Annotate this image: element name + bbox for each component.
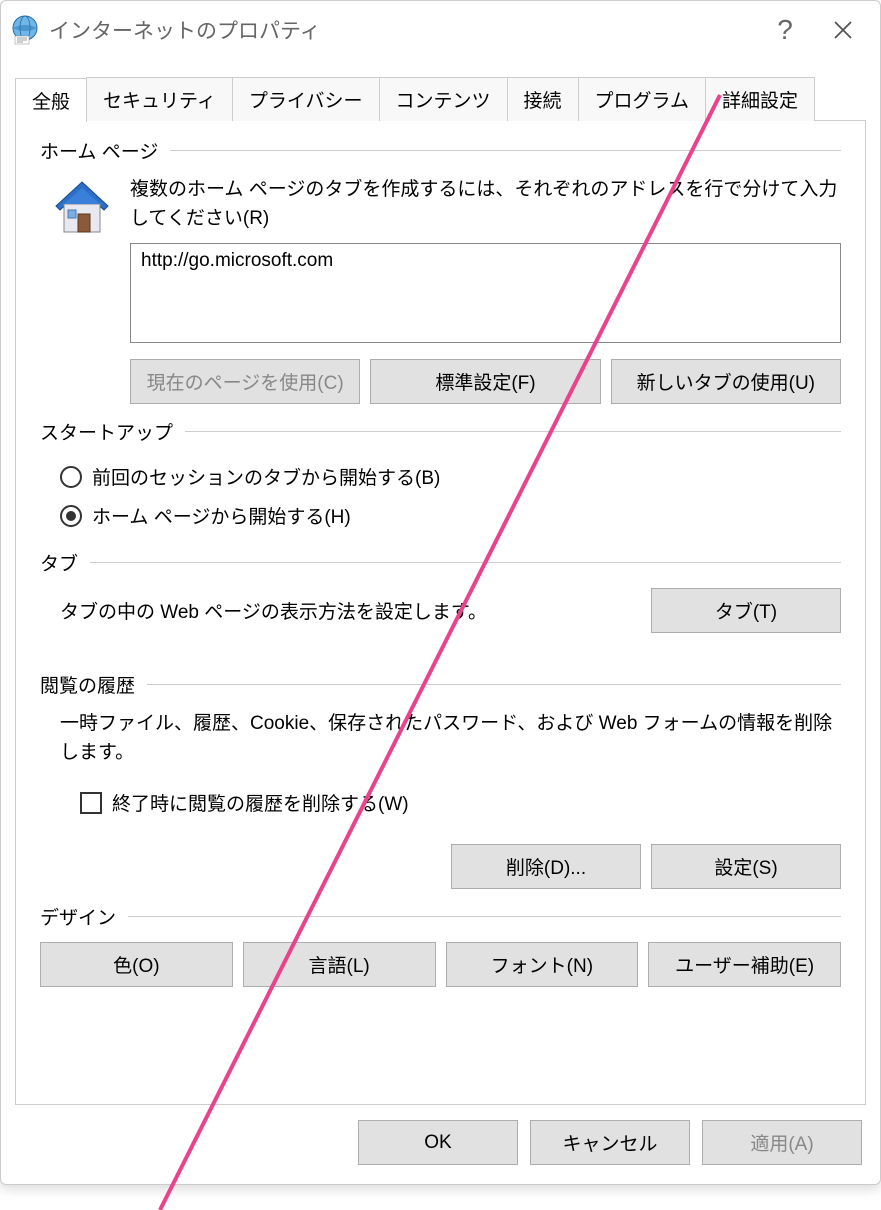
group-history: 閲覧の履歴 一時ファイル、履歴、Cookie、保存されたパスワード、および We… bbox=[40, 671, 841, 889]
group-startup: スタートアップ 前回のセッションのタブから開始する(B) ホーム ページから開始… bbox=[40, 418, 841, 535]
tabs-settings-button[interactable]: タブ(T) bbox=[651, 588, 841, 633]
homepage-hint: 複数のホーム ページのタブを作成するには、それぞれのアドレスを行で分けて入力して… bbox=[130, 176, 841, 233]
group-tabs: タブ タブの中の Web ページの表示方法を設定します。 タブ(T) bbox=[40, 549, 841, 633]
divider bbox=[185, 431, 841, 432]
window-title: インターネットのプロパティ bbox=[49, 15, 756, 45]
use-current-button[interactable]: 現在のページを使用(C) bbox=[130, 359, 360, 404]
group-label-homepage: ホーム ページ bbox=[40, 137, 170, 164]
homepage-input[interactable] bbox=[130, 243, 841, 343]
apply-button[interactable]: 適用(A) bbox=[702, 1120, 862, 1165]
divider bbox=[147, 684, 841, 685]
group-label-design: デザイン bbox=[40, 903, 128, 930]
group-label-tabs: タブ bbox=[40, 549, 90, 576]
tab-privacy[interactable]: プライバシー bbox=[232, 77, 380, 121]
history-settings-button[interactable]: 設定(S) bbox=[651, 844, 841, 889]
internet-properties-dialog: インターネットのプロパティ ? 全般 セキュリティ プライバシー コンテンツ 接… bbox=[0, 0, 881, 1185]
tab-strip: 全般 セキュリティ プライバシー コンテンツ 接続 プログラム 詳細設定 bbox=[15, 77, 866, 121]
divider bbox=[128, 916, 841, 917]
tab-general[interactable]: 全般 bbox=[15, 78, 87, 122]
group-label-history: 閲覧の履歴 bbox=[40, 671, 147, 698]
group-design: デザイン 色(O) 言語(L) フォント(N) ユーザー補助(E) bbox=[40, 903, 841, 987]
radio-icon bbox=[60, 505, 82, 527]
tab-connections[interactable]: 接続 bbox=[507, 77, 579, 121]
radio-icon bbox=[60, 466, 82, 488]
radio-start-last-session[interactable]: 前回のセッションのタブから開始する(B) bbox=[40, 457, 841, 496]
help-button[interactable]: ? bbox=[756, 1, 814, 59]
tab-security[interactable]: セキュリティ bbox=[86, 77, 233, 121]
tab-content[interactable]: コンテンツ bbox=[379, 77, 508, 121]
group-label-startup: スタートアップ bbox=[40, 418, 185, 445]
close-button[interactable] bbox=[814, 1, 872, 59]
radio-label: 前回のセッションのタブから開始する(B) bbox=[92, 463, 440, 490]
house-icon bbox=[50, 176, 114, 240]
fonts-button[interactable]: フォント(N) bbox=[446, 942, 639, 987]
radio-label: ホーム ページから開始する(H) bbox=[92, 502, 351, 529]
colors-button[interactable]: 色(O) bbox=[40, 942, 233, 987]
delete-history-button[interactable]: 削除(D)... bbox=[451, 844, 641, 889]
checkbox-icon bbox=[80, 792, 102, 814]
checkbox-label: 終了時に閲覧の履歴を削除する(W) bbox=[112, 789, 409, 816]
accessibility-button[interactable]: ユーザー補助(E) bbox=[648, 942, 841, 987]
check-delete-on-exit[interactable]: 終了時に閲覧の履歴を削除する(W) bbox=[60, 783, 841, 822]
tabs-description: タブの中の Web ページの表示方法を設定します。 bbox=[60, 597, 631, 624]
tab-programs[interactable]: プログラム bbox=[578, 77, 706, 121]
group-homepage: ホーム ページ 複数のホーム ページのタブを作成す bbox=[40, 137, 841, 404]
dialog-footer: OK キャンセル 適用(A) bbox=[1, 1105, 880, 1183]
ok-button[interactable]: OK bbox=[358, 1120, 518, 1165]
use-default-button[interactable]: 標準設定(F) bbox=[370, 359, 600, 404]
titlebar: インターネットのプロパティ ? bbox=[1, 1, 880, 59]
use-newtab-button[interactable]: 新しいタブの使用(U) bbox=[611, 359, 841, 404]
radio-start-homepage[interactable]: ホーム ページから開始する(H) bbox=[40, 496, 841, 535]
tab-advanced[interactable]: 詳細設定 bbox=[705, 77, 815, 121]
history-description: 一時ファイル、履歴、Cookie、保存されたパスワード、および Web フォーム… bbox=[60, 710, 841, 767]
divider bbox=[90, 562, 841, 563]
divider bbox=[170, 150, 841, 151]
cancel-button[interactable]: キャンセル bbox=[530, 1120, 690, 1165]
languages-button[interactable]: 言語(L) bbox=[243, 942, 436, 987]
tab-panel-general: ホーム ページ 複数のホーム ページのタブを作成す bbox=[15, 120, 866, 1105]
globe-icon bbox=[9, 14, 41, 46]
